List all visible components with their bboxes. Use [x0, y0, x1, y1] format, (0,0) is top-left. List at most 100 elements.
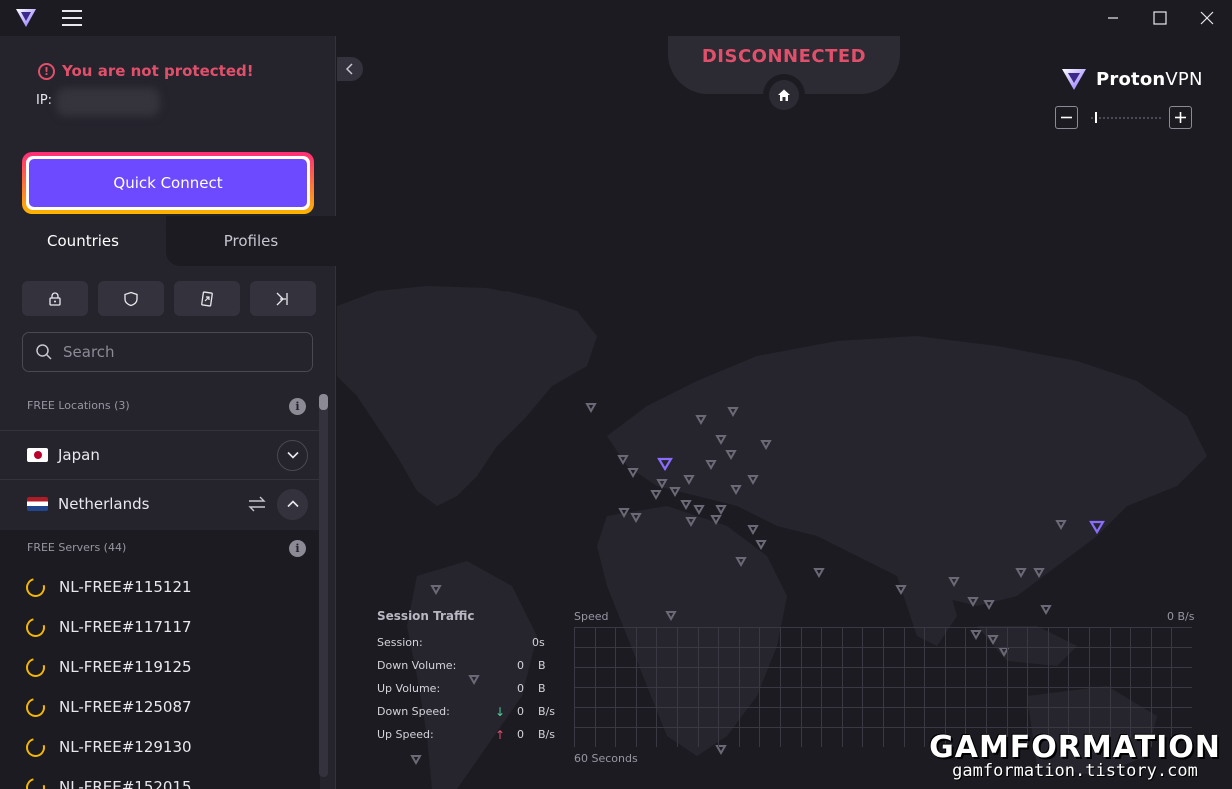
- search-placeholder: Search: [63, 343, 115, 361]
- server-name: NL-FREE#129130: [59, 738, 192, 756]
- free-servers-header: FREE Servers (44): [27, 541, 127, 554]
- proton-vpn-logo-icon: [1062, 69, 1086, 90]
- zoom-out-button[interactable]: [1055, 106, 1078, 129]
- down-volume-unit: B: [538, 659, 546, 672]
- server-load-icon: [22, 614, 49, 640]
- server-name: NL-FREE#119125: [59, 658, 192, 676]
- session-traffic-panel: Session Traffic Session: 0s Down Volume:…: [377, 609, 567, 751]
- server-list: FREE Servers (44) i NL-FREE#115121 NL-FR…: [0, 530, 320, 789]
- up-volume-unit: B: [538, 682, 546, 695]
- secure-core-icon: [49, 291, 61, 306]
- up-speed-row: Up Speed: ↑ 0 B/s: [377, 728, 567, 751]
- free-locations-header: FREE Locations (3): [27, 399, 130, 412]
- server-row[interactable]: NL-FREE#152015: [0, 767, 320, 789]
- proton-vpn-brand: ProtonVPN: [1060, 66, 1203, 92]
- tor-icon: [276, 292, 288, 305]
- country-row-netherlands[interactable]: Netherlands: [0, 480, 320, 528]
- info-icon[interactable]: i: [289, 398, 306, 415]
- down-volume-label: Down Volume:: [377, 659, 457, 672]
- country-name: Japan: [58, 446, 100, 464]
- zoom-in-button[interactable]: [1169, 106, 1192, 129]
- proton-logo-icon: [16, 9, 36, 27]
- server-name: NL-FREE#115121: [59, 578, 192, 596]
- minimize-icon: [1108, 17, 1118, 19]
- up-speed-value: 0: [517, 728, 524, 741]
- status-text: You are not protected!: [62, 62, 254, 80]
- country-row-japan[interactable]: Japan: [0, 431, 320, 479]
- speed-chart-grid: [574, 627, 1192, 747]
- maximize-icon: [1153, 11, 1167, 25]
- p2p-icon: [201, 290, 213, 307]
- server-load-icon: [22, 774, 49, 789]
- filter-netshield-button[interactable]: [98, 281, 164, 316]
- collapse-sidebar-button[interactable]: [337, 57, 363, 81]
- expand-japan-button[interactable]: [277, 439, 308, 471]
- speed-chart-window: 60 Seconds: [574, 752, 638, 765]
- session-row: Session: 0s: [377, 636, 567, 659]
- ip-value-blurred: [56, 88, 160, 116]
- arrow-down-icon: ↓: [495, 705, 506, 719]
- chevron-down-icon: [286, 451, 299, 459]
- session-label: Session:: [377, 636, 423, 649]
- quick-connect-button[interactable]: Quick Connect: [29, 159, 307, 207]
- home-button[interactable]: [763, 74, 805, 116]
- up-volume-value: 0: [517, 682, 524, 695]
- collapse-netherlands-button[interactable]: [277, 488, 308, 520]
- tab-countries[interactable]: Countries: [0, 216, 166, 266]
- minus-icon: [1061, 116, 1072, 119]
- map-zoom-control: [1055, 106, 1193, 130]
- up-volume-label: Up Volume:: [377, 682, 441, 695]
- filter-p2p-button[interactable]: [174, 281, 240, 316]
- close-button[interactable]: [1184, 0, 1230, 36]
- close-icon: [1200, 11, 1214, 25]
- sidebar-scrollbar[interactable]: [319, 394, 328, 777]
- title-bar: [0, 0, 1232, 36]
- server-name: NL-FREE#117117: [59, 618, 192, 636]
- shield-icon: [124, 291, 138, 306]
- watermark: GAMFORMATION gamformation.tistory.com: [925, 730, 1225, 781]
- search-input[interactable]: Search: [22, 332, 313, 372]
- filter-secure-core-button[interactable]: [22, 281, 88, 316]
- search-icon: [36, 344, 52, 360]
- info-icon[interactable]: i: [289, 540, 306, 557]
- server-row[interactable]: NL-FREE#117117: [0, 607, 320, 647]
- server-name: NL-FREE#152015: [59, 778, 192, 789]
- up-volume-row: Up Volume: 0 B: [377, 682, 567, 705]
- maximize-button[interactable]: [1137, 0, 1183, 36]
- up-speed-label: Up Speed:: [377, 728, 434, 741]
- server-row[interactable]: NL-FREE#115121: [0, 567, 320, 607]
- server-row[interactable]: NL-FREE#129130: [0, 727, 320, 767]
- plus-icon: [1175, 112, 1186, 123]
- minimize-button[interactable]: [1090, 0, 1136, 36]
- zoom-slider-track[interactable]: [1091, 117, 1161, 119]
- chevron-up-icon: [286, 500, 299, 508]
- session-traffic-title: Session Traffic: [377, 609, 475, 623]
- scrollbar-thumb[interactable]: [319, 394, 328, 410]
- connection-status-text: DISCONNECTED: [701, 46, 867, 67]
- session-value: 0s: [532, 636, 545, 649]
- server-load-icon: [22, 654, 49, 680]
- server-row[interactable]: NL-FREE#119125: [0, 647, 320, 687]
- quick-connect-highlight: Quick Connect: [22, 152, 314, 214]
- down-speed-unit: B/s: [538, 705, 555, 718]
- reconnect-icon[interactable]: [247, 495, 267, 513]
- watermark-title: GAMFORMATION: [929, 730, 1221, 765]
- arrow-up-icon: ↑: [495, 728, 506, 742]
- down-speed-row: Down Speed: ↓ 0 B/s: [377, 705, 567, 728]
- filter-tor-button[interactable]: [250, 281, 316, 316]
- down-speed-label: Down Speed:: [377, 705, 450, 718]
- netherlands-flag-icon: [27, 497, 48, 511]
- watermark-url: gamformation.tistory.com: [952, 761, 1198, 781]
- server-load-icon: [22, 694, 49, 720]
- zoom-slider-handle[interactable]: [1095, 112, 1097, 123]
- tab-profiles[interactable]: Profiles: [166, 216, 336, 266]
- speed-chart-current: 0 B/s: [1167, 610, 1195, 623]
- feature-filters: [22, 281, 316, 316]
- hamburger-menu-icon[interactable]: [62, 10, 82, 26]
- japan-flag-icon: [27, 448, 48, 462]
- up-speed-unit: B/s: [538, 728, 555, 741]
- brand-name: Proton: [1096, 68, 1166, 90]
- sidebar: ! You are not protected! IP: Quick Conne…: [0, 36, 336, 789]
- server-row[interactable]: NL-FREE#125087: [0, 687, 320, 727]
- brand-suffix: VPN: [1165, 68, 1203, 90]
